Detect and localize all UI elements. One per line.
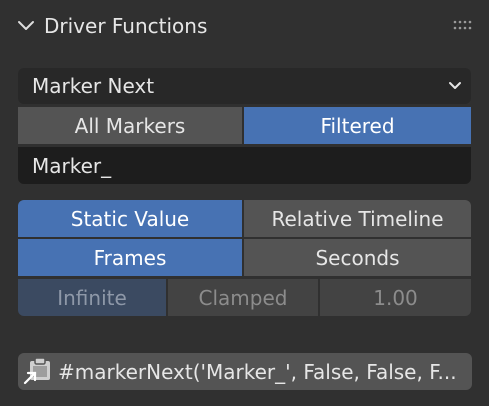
driver-functions-panel: Driver Functions Marker Next All Markers…	[0, 0, 489, 406]
all-markers-button[interactable]: All Markers	[18, 107, 242, 144]
function-dropdown[interactable]: Marker Next	[18, 68, 471, 104]
expression-text: #markerNext('Marker_', False, False, F..…	[58, 360, 457, 384]
function-dropdown-value: Marker Next	[32, 74, 155, 98]
drag-grip-icon[interactable]	[452, 18, 476, 32]
marker-filter-input[interactable]: Marker_	[18, 147, 471, 184]
marker-filter-value: Marker_	[32, 154, 112, 178]
panel-title: Driver Functions	[44, 14, 208, 38]
infinite-button[interactable]: Infinite	[18, 279, 166, 316]
seconds-button[interactable]: Seconds	[244, 239, 471, 276]
static-value-button[interactable]: Static Value	[18, 200, 242, 237]
chevron-down-icon[interactable]	[16, 16, 36, 36]
frames-button[interactable]: Frames	[18, 239, 242, 276]
expression-button[interactable]: #markerNext('Marker_', False, False, F..…	[18, 353, 472, 390]
paste-expression-icon	[23, 357, 50, 385]
panel-header[interactable]: Driver Functions	[0, 0, 489, 52]
range-value-field[interactable]: 1.00	[320, 279, 471, 316]
clamped-button[interactable]: Clamped	[168, 279, 318, 316]
filtered-button[interactable]: Filtered	[244, 107, 471, 144]
chevron-down-icon	[449, 82, 461, 89]
relative-timeline-button[interactable]: Relative Timeline	[244, 200, 471, 237]
